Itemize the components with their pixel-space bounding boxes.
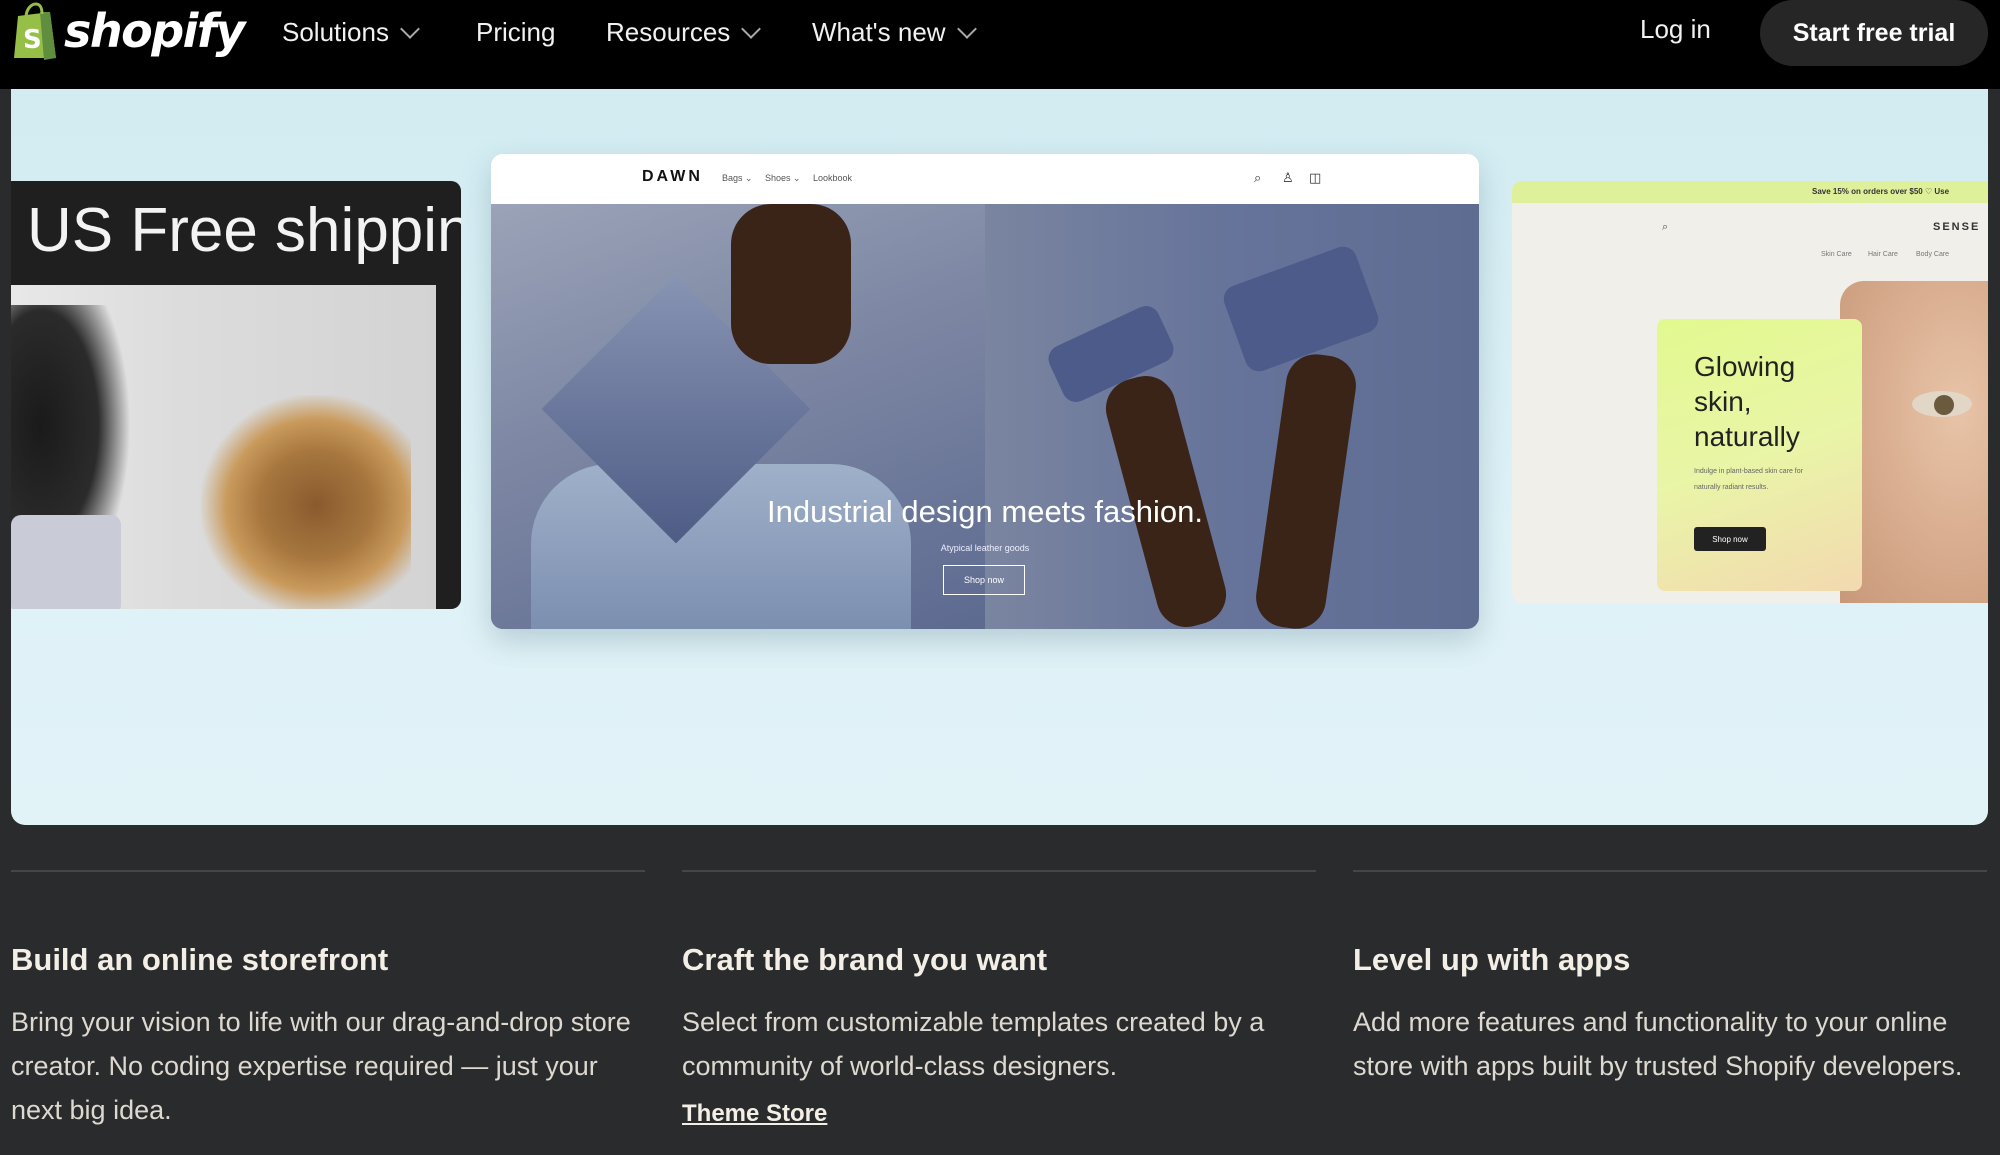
nav-whats-new-label: What's new — [812, 16, 946, 47]
divider — [1353, 870, 1987, 872]
leg-shape — [1252, 350, 1360, 629]
nav-solutions-label: Solutions — [282, 16, 389, 47]
feature-body: Bring your vision to life with our drag-… — [11, 1007, 631, 1125]
sense-copy: Indulge in plant-based skin care for nat… — [1694, 468, 1803, 491]
dawn-menu-lookbook[interactable]: Lookbook — [813, 173, 852, 183]
sense-menu-skin-care[interactable]: Skin Care — [1821, 251, 1852, 258]
eye-shape — [1912, 391, 1972, 417]
dawn-menu-bags[interactable]: Bags ⌄ — [722, 173, 753, 184]
dawn-headline: Industrial design meets fashion. — [767, 494, 1203, 529]
feature-brand: Craft the brand you want Select from cus… — [682, 870, 1316, 1128]
account-icon[interactable]: ♙ — [1282, 170, 1294, 186]
sense-menu-hair-care[interactable]: Hair Care — [1868, 251, 1898, 258]
shipping-banner-text: US Free shippin — [27, 196, 461, 265]
divider — [11, 870, 645, 872]
blonde-hair-shape — [201, 395, 411, 609]
feature-apps: Level up with apps Add more features and… — [1353, 870, 1987, 1088]
shopping-bag-icon: S — [14, 2, 56, 60]
cart-icon[interactable]: ◫ — [1309, 170, 1321, 186]
nav-pricing[interactable]: Pricing — [476, 14, 555, 50]
nav-resources-label: Resources — [606, 16, 731, 47]
top-nav: S shopify Solutions Pricing Resources Wh… — [0, 0, 2000, 89]
chevron-down-icon — [956, 19, 977, 39]
start-free-trial-button[interactable]: Start free trial — [1760, 0, 1988, 66]
shirt-shape — [11, 515, 121, 609]
sense-hero-box: Glowing skin, naturally Indulge in plant… — [1657, 319, 1862, 591]
theme-preview-dawn[interactable]: DAWN Bags ⌄ Shoes ⌄ Lookbook ⌕ ♙ ◫ Indus… — [491, 154, 1479, 629]
sense-menu-body-care[interactable]: Body Care — [1916, 251, 1949, 258]
shopify-logo[interactable]: S shopify — [10, 2, 245, 60]
dawn-subtext: Atypical leather goods — [940, 543, 1030, 553]
heel-shape — [1219, 242, 1383, 376]
sense-title: Glowing skin, naturally — [1694, 351, 1800, 452]
chevron-down-icon — [741, 19, 762, 39]
feature-storefront: Build an online storefront Bring your vi… — [11, 870, 645, 1132]
dawn-logo: DAWN — [642, 168, 703, 185]
theme-store-link[interactable]: Theme Store — [682, 1100, 827, 1128]
chevron-down-icon — [400, 19, 420, 39]
theme-preview-sense[interactable]: Save 15% on orders over $50 ♡ Use ⌕ SENS… — [1512, 181, 1988, 603]
feature-body: Add more features and functionality to y… — [1353, 1007, 1963, 1081]
search-icon[interactable]: ⌕ — [1662, 221, 1668, 234]
feature-title: Build an online storefront — [11, 942, 389, 977]
feature-title: Level up with apps — [1353, 942, 1631, 977]
login-link[interactable]: Log in — [1640, 14, 1711, 45]
svg-text:S: S — [23, 25, 42, 55]
theme-preview-left[interactable]: US Free shippin — [11, 181, 461, 609]
feature-title: Craft the brand you want — [682, 942, 1048, 977]
search-icon[interactable]: ⌕ — [1254, 170, 1261, 186]
nav-solutions[interactable]: Solutions — [282, 14, 420, 50]
hero-carousel: US Free shippin DAWN Bags ⌄ Shoes ⌄ Look… — [11, 89, 1988, 825]
dawn-shop-now-button[interactable]: Shop now — [943, 565, 1025, 595]
logo-wordmark: shopify — [64, 4, 245, 58]
face-photo — [1840, 281, 1988, 603]
nav-resources[interactable]: Resources — [606, 14, 762, 50]
sense-shop-now-button[interactable]: Shop now — [1694, 527, 1766, 551]
sense-logo: SENSE — [1933, 221, 1981, 233]
dawn-menu-shoes[interactable]: Shoes ⌄ — [765, 173, 801, 184]
divider — [682, 870, 1316, 872]
feature-body: Select from customizable templates creat… — [682, 1007, 1265, 1081]
hair-photo — [11, 285, 436, 609]
nav-pricing-label: Pricing — [476, 16, 556, 47]
dawn-header: DAWN Bags ⌄ Shoes ⌄ Lookbook ⌕ ♙ ◫ — [491, 154, 1479, 204]
dawn-hero-image: Industrial design meets fashion. Atypica… — [491, 204, 1479, 629]
arm-shape — [731, 204, 851, 364]
promo-bar: Save 15% on orders over $50 ♡ Use — [1512, 181, 1988, 203]
nav-whats-new[interactable]: What's new — [812, 14, 977, 50]
